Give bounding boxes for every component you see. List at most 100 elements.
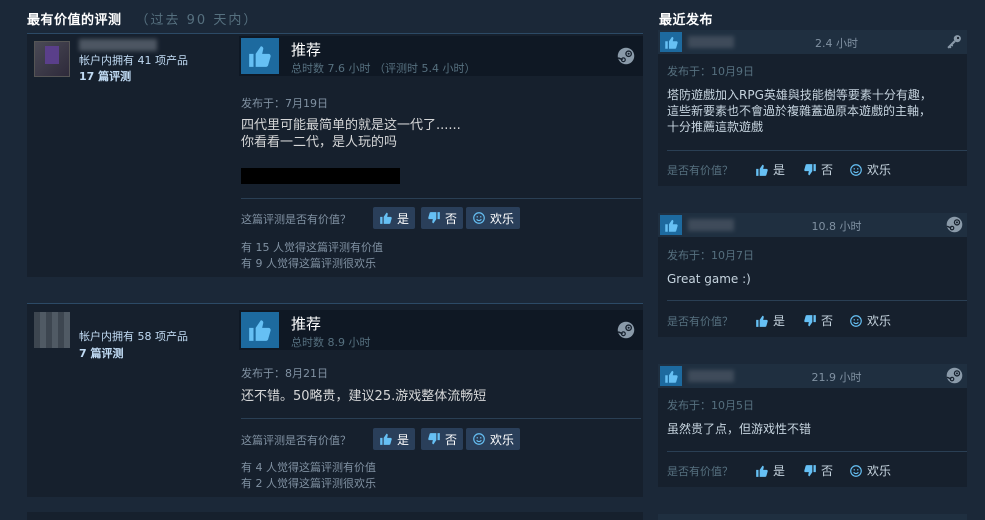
- helpful-count: 有 4 人觉得这篇评测有价值: [241, 461, 376, 474]
- helpful-question: 这篇评测是否有价值？: [241, 213, 351, 226]
- avatar[interactable]: [34, 41, 70, 77]
- vote-funny-button[interactable]: 欢乐: [849, 161, 891, 178]
- vote-no-button[interactable]: 否: [421, 428, 464, 450]
- funny-count: 有 2 人觉得这篇评测很欢乐: [241, 477, 376, 490]
- recent-body-line: Great game :): [667, 272, 751, 286]
- review-card: 帐户内拥有 58 项产品 7 篇评测 推荐 总时数 8.9 小时 发布于：8月2…: [27, 303, 643, 497]
- thumbs-up-icon: [755, 163, 769, 177]
- divider: [667, 300, 967, 301]
- recent-playtime: 2.4 小时: [815, 37, 858, 50]
- vote-no-button[interactable]: 否: [803, 161, 833, 178]
- divider: [667, 451, 967, 452]
- posted-date: 发布于：7月19日: [241, 97, 328, 110]
- vote-no-button[interactable]: 否: [421, 207, 464, 229]
- review-card: [27, 512, 643, 520]
- playtime-hours: 总时数 8.9 小时: [291, 336, 371, 349]
- thumbs-down-icon: [803, 163, 817, 177]
- recent-review-header[interactable]: 2.4 小时: [658, 30, 967, 54]
- thumbs-up-icon: [241, 38, 279, 74]
- smiley-icon: [849, 163, 863, 177]
- review-body-line: 你看看一二代，是人玩的吗: [241, 135, 398, 150]
- review-card: 帐户内拥有 41 项产品 17 篇评测 推荐 总时数 7.6 小时 （评测时 5…: [27, 33, 643, 277]
- recommendation-title: 推荐: [291, 41, 322, 59]
- vote-yes-button[interactable]: 是: [373, 207, 416, 229]
- recent-posted-date: 发布于：10月7日: [667, 249, 754, 262]
- recent-review-card: 10.8 小时 发布于：10月7日 Great game :) 是否有价值？ 是…: [658, 213, 967, 337]
- recent-posted-date: 发布于：10月9日: [667, 65, 754, 78]
- vote-funny-label: 欢乐: [490, 211, 515, 226]
- posted-date: 发布于：8月21日: [241, 367, 328, 380]
- vote-yes-label: 是: [773, 314, 786, 328]
- thumbs-up-icon: [755, 314, 769, 328]
- helpful-question: 是否有价值？: [667, 164, 733, 177]
- most-helpful-heading: 最有价值的评测 （过去 90 天内）: [27, 9, 258, 28]
- vote-funny-label: 欢乐: [490, 432, 515, 447]
- vote-funny-button[interactable]: 欢乐: [849, 462, 891, 479]
- funny-count: 有 9 人觉得这篇评测很欢乐: [241, 257, 376, 270]
- thumbs-up-icon: [241, 312, 279, 348]
- products-owned[interactable]: 帐户内拥有 58 项产品: [79, 328, 188, 344]
- review-count[interactable]: 17 篇评测: [79, 68, 131, 84]
- review-body-line: 四代里可能最简单的就是这一代了......: [241, 118, 461, 133]
- recent-body-line: 十分推薦這款遊戲: [667, 120, 764, 134]
- smiley-icon: [849, 464, 863, 478]
- thumbs-up-icon: [379, 432, 393, 446]
- recommendation-title: 推荐: [291, 315, 322, 333]
- steam-icon: [946, 367, 963, 384]
- recent-review-card: [658, 514, 967, 520]
- vote-yes-button[interactable]: 是: [373, 428, 416, 450]
- helpful-count: 有 15 人觉得这篇评测有价值: [241, 241, 383, 254]
- thumbs-down-icon: [427, 211, 441, 225]
- smiley-icon: [472, 432, 486, 446]
- vote-no-label: 否: [821, 464, 834, 478]
- vote-no-label: 否: [445, 211, 458, 226]
- recommendation-bar[interactable]: 推荐 总时数 7.6 小时 （评测时 5.4 小时）: [239, 36, 643, 76]
- recent-review-card: 2.4 小时 发布于：10月9日 塔防遊戲加入RPG英雄與技能樹等要素十分有趣，…: [658, 30, 967, 186]
- vote-funny-button[interactable]: 欢乐: [466, 428, 521, 450]
- vote-no-button[interactable]: 否: [803, 312, 833, 329]
- thumbs-down-icon: [803, 314, 817, 328]
- steam-icon: [946, 216, 963, 233]
- review-count[interactable]: 7 篇评测: [79, 345, 123, 361]
- helpful-question: 是否有价值？: [667, 465, 733, 478]
- vote-no-label: 否: [821, 314, 834, 328]
- recent-playtime: 21.9 小时: [811, 371, 862, 384]
- thumbs-up-icon: [755, 464, 769, 478]
- steam-icon: [617, 47, 635, 65]
- vote-funny-button[interactable]: 欢乐: [849, 312, 891, 329]
- thumbs-up-icon: [379, 211, 393, 225]
- vote-yes-button[interactable]: 是: [755, 312, 785, 329]
- recent-review-card: 21.9 小时 发布于：10月5日 虽然贵了点，但游戏性不错 是否有价值？ 是 …: [658, 364, 967, 487]
- thumbs-down-icon: [427, 432, 441, 446]
- vote-no-button[interactable]: 否: [803, 462, 833, 479]
- vote-funny-label: 欢乐: [867, 464, 892, 478]
- most-helpful-title: 最有价值的评测: [27, 13, 122, 28]
- recent-review-header[interactable]: 10.8 小时: [658, 213, 967, 237]
- avatar[interactable]: [34, 312, 70, 348]
- helpful-question: 是否有价值？: [667, 315, 733, 328]
- vote-yes-label: 是: [397, 211, 410, 226]
- username-redacted[interactable]: [79, 39, 157, 51]
- recent-review-header[interactable]: 21.9 小时: [658, 364, 967, 388]
- vote-funny-label: 欢乐: [867, 314, 892, 328]
- vote-yes-button[interactable]: 是: [755, 161, 785, 178]
- vote-funny-button[interactable]: 欢乐: [466, 207, 521, 229]
- spoiler-block[interactable]: [241, 168, 400, 184]
- recent-body-line: 塔防遊戲加入RPG英雄與技能樹等要素十分有趣，: [667, 88, 932, 102]
- recent-heading: 最近发布: [659, 13, 714, 28]
- helpful-question: 这篇评测是否有价值？: [241, 434, 351, 447]
- divider: [667, 150, 967, 151]
- smiley-icon: [849, 314, 863, 328]
- products-owned[interactable]: 帐户内拥有 41 项产品: [79, 52, 188, 68]
- key-icon: [946, 33, 963, 50]
- vote-yes-button[interactable]: 是: [755, 462, 785, 479]
- review-body-line: 还不错。50略贵，建议25.游戏整体流畅短: [241, 389, 487, 404]
- vote-yes-label: 是: [773, 464, 786, 478]
- recent-playtime: 10.8 小时: [811, 220, 862, 233]
- recent-body-line: 虽然贵了点，但游戏性不错: [667, 422, 812, 436]
- recommendation-bar[interactable]: 推荐 总时数 8.9 小时: [239, 310, 643, 350]
- review-topline: [27, 303, 643, 304]
- vote-funny-label: 欢乐: [867, 163, 892, 177]
- steam-icon: [617, 321, 635, 339]
- review-topline: [27, 33, 643, 34]
